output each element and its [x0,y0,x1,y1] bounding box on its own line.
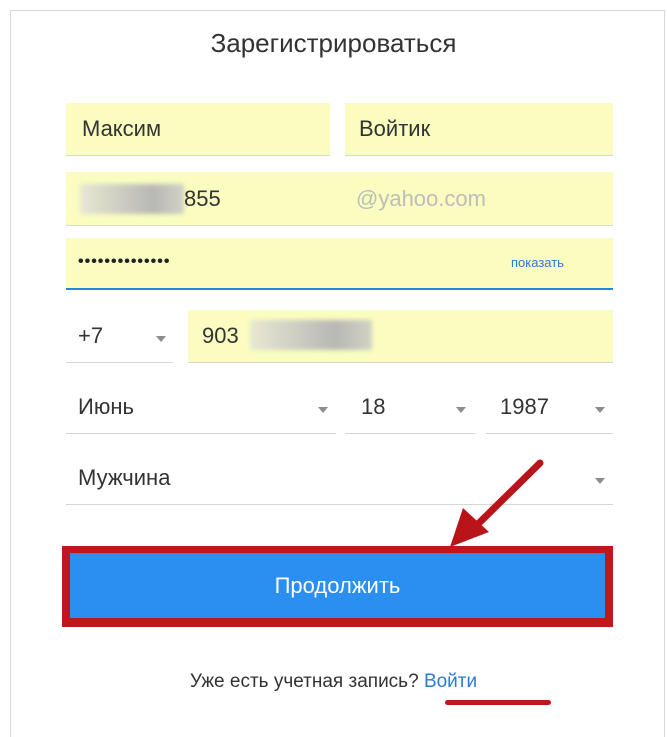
last-name-value: Войтик [359,116,431,141]
phone-number-field[interactable]: 903 [188,310,613,363]
chevron-down-icon [595,478,605,484]
phone-redacted-blur [250,320,372,350]
password-field[interactable]: •••••••••••••• показать [66,238,613,289]
login-link[interactable]: Войти [424,671,477,692]
email-domain-suffix: @yahoo.com [356,186,486,211]
first-name-value: Максим [82,116,162,141]
birth-day-value: 18 [361,394,386,419]
phone-number-value: 903 [202,323,239,348]
first-name-field[interactable]: Максим [66,103,330,156]
birth-month-select[interactable]: Июнь [66,380,336,434]
email-field[interactable]: 855 @yahoo.com [66,172,613,226]
chevron-down-icon [318,407,328,413]
gender-value: Мужчина [78,465,171,490]
show-password-link[interactable]: показать [511,255,564,270]
password-value: •••••••••••••• [78,253,171,270]
birth-year-value: 1987 [500,394,549,419]
login-link-annotation-underline [445,700,551,705]
birth-month-value: Июнь [78,394,134,419]
phone-code-select[interactable]: +7 [66,310,173,363]
email-redacted-blur [80,184,184,214]
birth-day-select[interactable]: 18 [345,380,475,434]
last-name-field[interactable]: Войтик [345,103,613,156]
continue-button[interactable]: Продолжить [70,553,605,618]
email-value: 855 [184,186,221,211]
login-prompt-text: Уже есть учетная запись? [189,671,419,692]
login-prompt: Уже есть учетная запись? Войти [0,671,667,693]
chevron-down-icon [156,336,166,342]
phone-code-value: +7 [78,323,104,348]
page-title: Зарегистрироваться [210,28,457,58]
chevron-down-icon [456,407,466,413]
password-focus-underline [66,288,613,290]
birth-year-select[interactable]: 1987 [486,380,613,434]
chevron-down-icon [595,407,605,413]
gender-select[interactable]: Мужчина [66,451,613,505]
